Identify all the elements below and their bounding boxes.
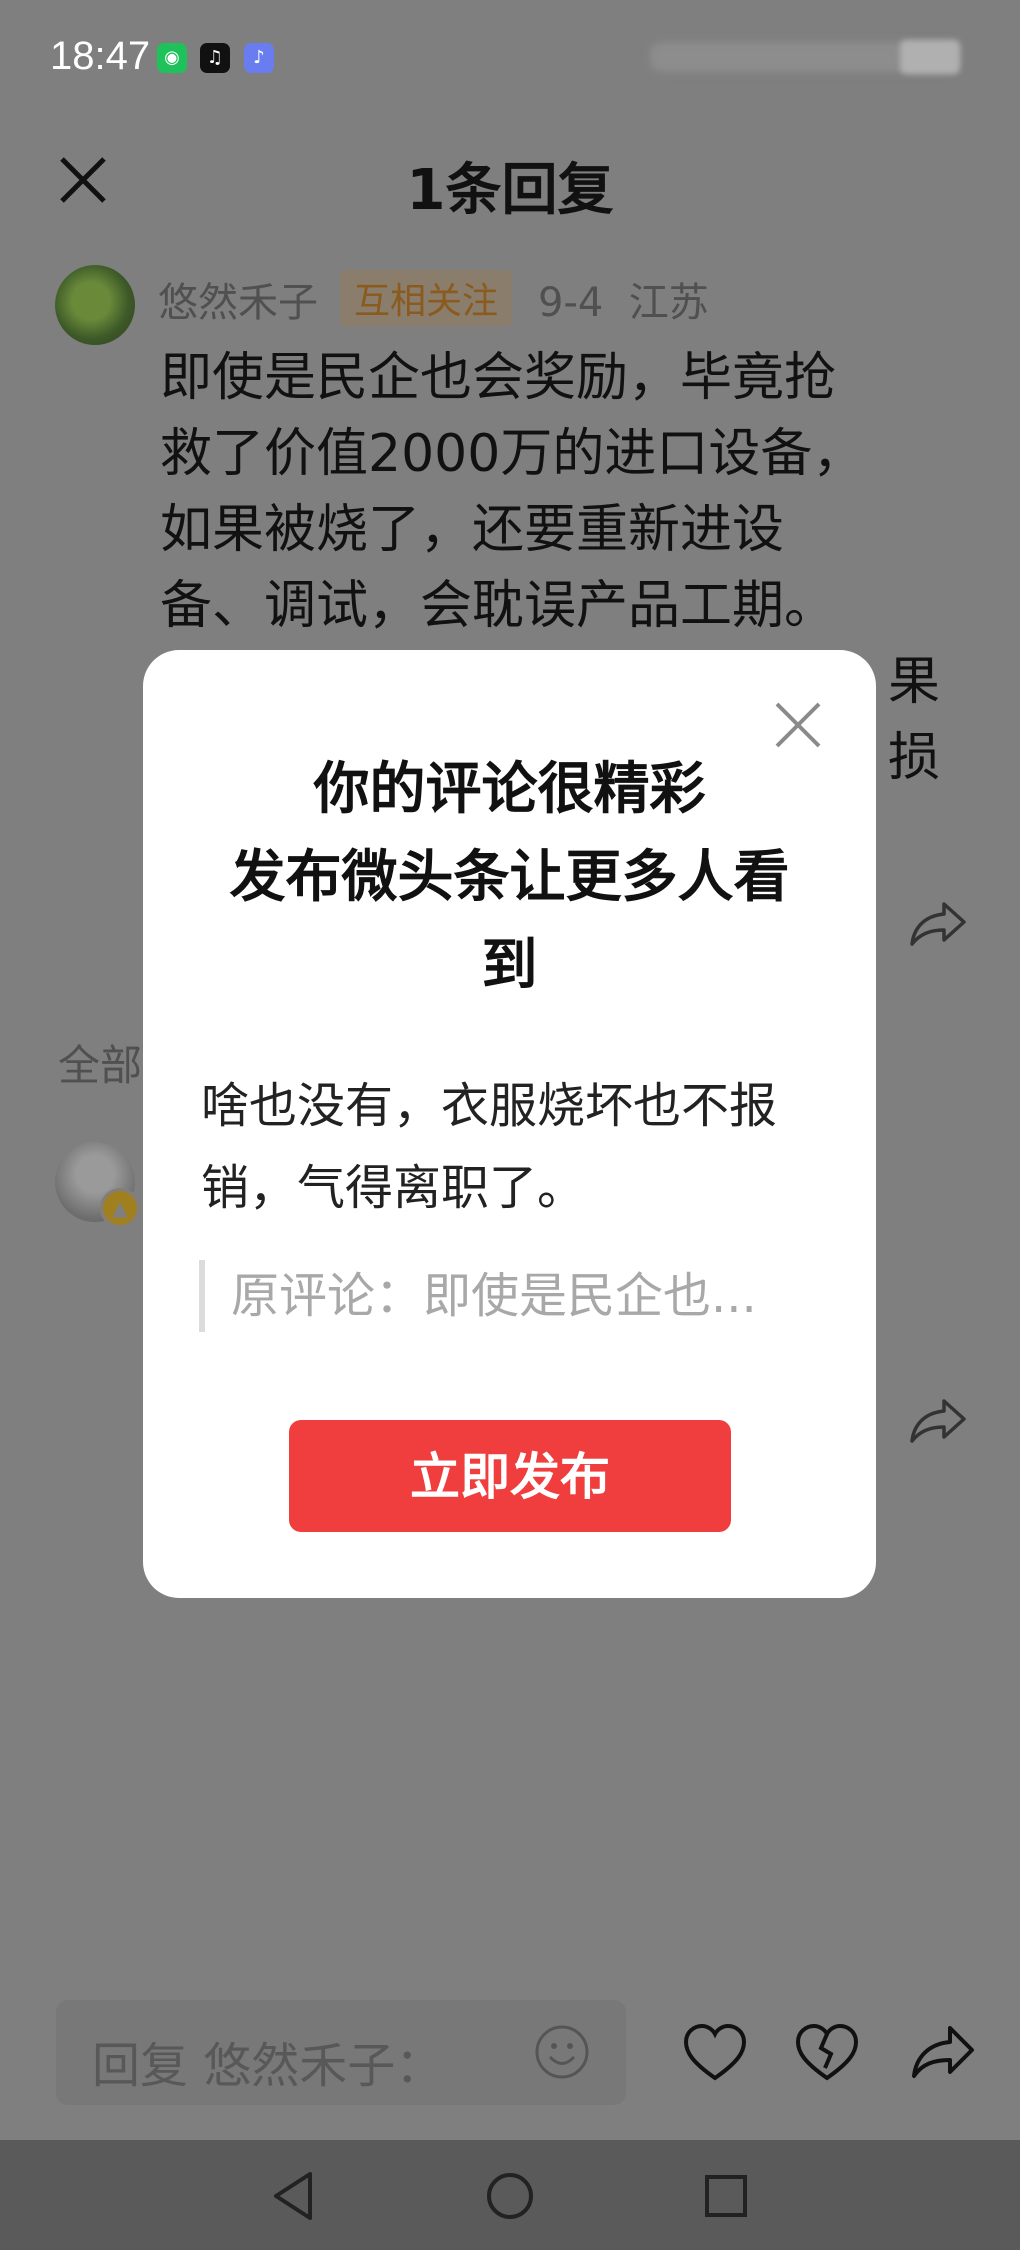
- comment-line-tail: 果: [887, 652, 940, 712]
- reply-content: 啥也没有，衣服烧坏也不报 销，气得离职了。: [201, 1065, 821, 1229]
- home-icon[interactable]: [482, 2168, 538, 2224]
- recents-icon[interactable]: [698, 2168, 754, 2224]
- dialog-title-line: 发布微头条让更多人看: [229, 845, 790, 910]
- original-comment-quote: 原评论：即使是民企也...: [199, 1260, 757, 1332]
- comment-line: 即使是民企也会奖励，毕竟抢: [160, 348, 837, 408]
- close-icon[interactable]: [773, 700, 823, 750]
- share-icon[interactable]: [910, 2020, 976, 2086]
- comment-line: 备、调试，会耽误产品工期。: [160, 576, 837, 636]
- share-icon[interactable]: [908, 1395, 968, 1445]
- dialog-title-line: 到: [481, 933, 538, 998]
- comment-line-tail: 损: [887, 728, 940, 788]
- battery-icon: [900, 40, 960, 74]
- comment-line: 如果被烧了，还要重新进设: [160, 500, 785, 560]
- avatar[interactable]: [55, 265, 135, 345]
- section-label: 全部: [58, 1041, 143, 1090]
- mutual-follow-badge: 互相关注: [340, 270, 513, 326]
- comment-username[interactable]: 悠然禾子: [158, 270, 318, 328]
- tiktok-icon: ♫: [200, 43, 230, 73]
- publish-dialog: 你的评论很精彩 发布微头条让更多人看 到 啥也没有，衣服烧坏也不报 销，气得离职…: [143, 650, 876, 1598]
- comment-location: 江苏: [628, 280, 709, 326]
- level-badge-icon: ▲: [100, 1188, 140, 1228]
- wechat-icon: ◉: [157, 43, 187, 73]
- reply-placeholder: 回复 悠然禾子：: [92, 2038, 444, 2094]
- share-icon[interactable]: [908, 898, 968, 948]
- status-time: 18:47: [50, 34, 151, 78]
- dialog-title: 你的评论很精彩 发布微头条让更多人看 到: [183, 746, 836, 1010]
- like-heart-icon[interactable]: [682, 2020, 748, 2086]
- comment-meta: 9-4 江苏: [538, 270, 709, 328]
- comment-line: 救了价值2000万的进口设备，: [160, 424, 865, 484]
- comment-date: 9-4: [538, 280, 604, 326]
- dislike-broken-heart-icon[interactable]: [794, 2020, 860, 2086]
- reply-input[interactable]: 回复 悠然禾子：: [56, 2000, 626, 2105]
- emoji-icon[interactable]: [534, 2024, 590, 2080]
- back-icon[interactable]: [266, 2168, 322, 2224]
- reply-content-line: 啥也没有，衣服烧坏也不报: [201, 1078, 778, 1134]
- page-title: 1条回复: [406, 158, 614, 223]
- dialog-title-line: 你的评论很精彩: [313, 757, 706, 822]
- system-nav-bar: [0, 2140, 1020, 2250]
- reply-content-line: 销，气得离职了。: [201, 1160, 586, 1216]
- status-bar: 18:47 ◉ ♫ ♪: [0, 0, 1020, 100]
- publish-button[interactable]: 立即发布: [289, 1420, 731, 1532]
- music-icon: ♪: [244, 43, 274, 73]
